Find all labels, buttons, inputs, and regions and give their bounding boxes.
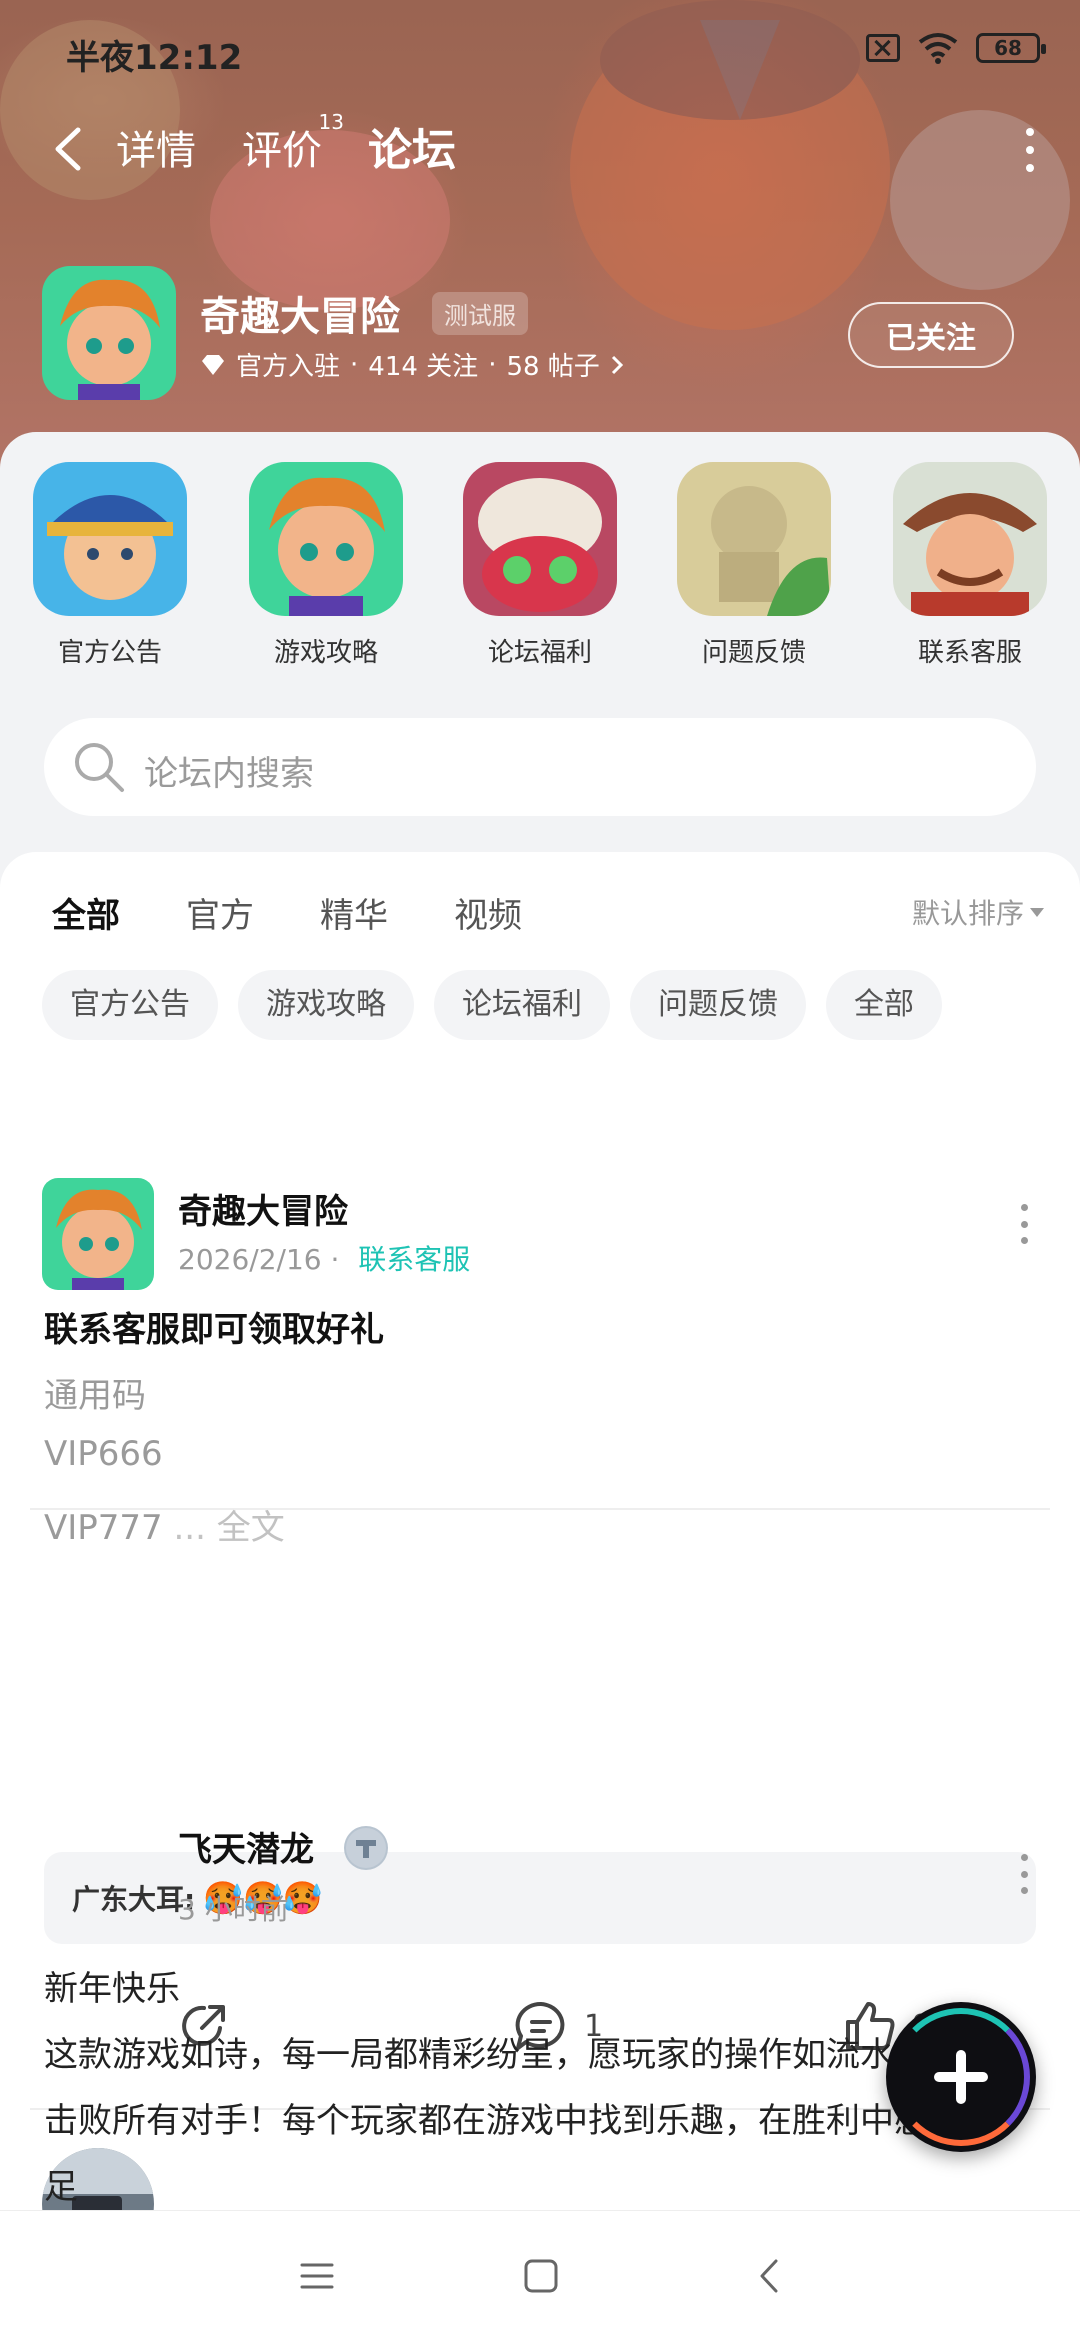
chip-benefits[interactable]: 论坛福利 — [434, 970, 610, 1040]
announcements-icon — [33, 462, 187, 616]
post-card[interactable]: 奇趣大冒险 2026/2/16 · 联系客服 联系客服即可领取好礼 通用码 VI… — [0, 1034, 1080, 1634]
quick-link-benefits[interactable]: 论坛福利 — [460, 462, 620, 669]
tab-forum[interactable]: 论坛 — [368, 114, 456, 184]
tab-details[interactable]: 详情 — [116, 118, 196, 176]
feedback-icon — [677, 462, 831, 616]
system-nav-bar — [0, 2210, 1080, 2340]
tab-reviews[interactable]: 评价 13 — [242, 110, 344, 176]
no-sim-icon — [866, 34, 900, 62]
status-bar: 半夜12:12 68 — [0, 0, 1080, 100]
caret-down-icon — [1030, 907, 1044, 917]
comment-author: 广东大耳: — [72, 1883, 196, 1916]
post-text: 这款游戏如诗，每一局都精彩纷呈，愿玩家的操作如流水，轻松击败所有对手！每个玩家都… — [44, 2035, 996, 2207]
post-more-icon[interactable] — [1018, 1854, 1030, 1894]
status-time: 半夜12:12 — [66, 38, 243, 78]
feed-tab-featured[interactable]: 精华 — [320, 888, 388, 937]
meta-dot: · — [350, 349, 359, 380]
meta-dot: · — [488, 349, 497, 380]
post-author[interactable]: 飞天潜龙 — [178, 1822, 314, 1871]
category-chips: 官方公告 游戏攻略 论坛福利 问题反馈 全部 — [42, 970, 942, 1040]
back-arrow-icon[interactable] — [48, 124, 88, 174]
search-icon — [75, 743, 124, 792]
quick-link-guides[interactable]: 游戏攻略 — [246, 462, 406, 669]
diamond-icon — [202, 354, 224, 375]
quick-link-label: 论坛福利 — [487, 638, 592, 668]
chevron-right-icon — [611, 355, 623, 374]
tab-reviews-label: 评价 — [242, 128, 322, 174]
game-icon[interactable] — [42, 266, 176, 400]
home-icon[interactable] — [516, 2251, 566, 2301]
game-name: 奇趣大冒险 — [200, 294, 400, 340]
game-avatar-art — [42, 266, 176, 400]
post-more-icon[interactable] — [1018, 1204, 1030, 1244]
feed-tab-official[interactable]: 官方 — [186, 888, 254, 937]
benefits-icon — [463, 462, 617, 616]
verified-badge-icon — [344, 1826, 388, 1870]
quick-link-label: 问题反馈 — [701, 638, 806, 668]
quick-link-label: 联系客服 — [917, 638, 1022, 668]
feed-tab-video[interactable]: 视频 — [454, 888, 522, 937]
quick-link-feedback[interactable]: 问题反馈 — [674, 462, 834, 669]
game-meta[interactable]: 官方入驻 · 414 关注 · 58 帖子 — [200, 346, 624, 383]
sort-label: 默认排序 — [911, 897, 1024, 930]
post-greeting: 新年快乐 — [44, 1969, 180, 2009]
quick-links: 官方公告 游戏攻略 论坛福利 问题反馈 联系客服 — [0, 462, 1080, 672]
back-icon[interactable] — [744, 2251, 794, 2301]
post-date: 3 小时前 — [178, 1893, 289, 1926]
post-body[interactable]: 新年快乐 这款游戏如诗，每一局都精彩纷呈，愿玩家的操作如流水，轻松击败所有对手！… — [44, 1956, 1004, 2220]
post-meta: 2026/2/16 · 联系客服 — [178, 1238, 470, 1278]
status-icons: 68 — [866, 32, 1046, 64]
support-icon — [893, 462, 1047, 616]
feed-tab-all[interactable]: 全部 — [52, 888, 120, 939]
top-nav: 详情 评价 13 论坛 — [0, 110, 1080, 190]
quick-link-support[interactable]: 联系客服 — [890, 462, 1050, 669]
tab-details-label: 详情 — [116, 128, 196, 174]
meta-dot: · — [330, 1243, 349, 1276]
feed-tab-label: 全部 — [52, 896, 120, 936]
chip-all[interactable]: 全部 — [826, 970, 942, 1040]
avatar[interactable] — [42, 1178, 154, 1290]
menu-icon[interactable] — [292, 2251, 342, 2301]
post-line: 通用码 — [44, 1376, 146, 1416]
post-line-text: VIP777 — [44, 1508, 163, 1548]
game-header: 奇趣大冒险 测试服 官方入驻 · 414 关注 · 58 帖子 已关注 — [42, 266, 1042, 406]
post-title[interactable]: 联系客服即可领取好礼 — [44, 1302, 384, 1351]
sort-dropdown[interactable]: 默认排序 — [912, 892, 1044, 932]
guides-icon — [249, 462, 403, 616]
more-options-icon[interactable] — [1020, 128, 1040, 172]
quick-link-label: 官方公告 — [57, 638, 162, 668]
plus-icon — [956, 2050, 966, 2104]
search-bar[interactable]: 论坛内搜索 — [44, 718, 1036, 816]
chip-feedback[interactable]: 问题反馈 — [630, 970, 806, 1040]
chip-guides[interactable]: 游戏攻略 — [238, 970, 414, 1040]
follow-button[interactable]: 已关注 — [848, 302, 1014, 368]
forum-content: 官方公告 游戏攻略 论坛福利 问题反馈 联系客服 论坛内搜索 全部 官方 精华 … — [0, 432, 1080, 2260]
tab-forum-label: 论坛 — [368, 125, 456, 176]
read-more-link[interactable]: ... 全文 — [174, 1508, 285, 1548]
review-count-badge: 13 — [318, 110, 344, 134]
wifi-icon — [918, 33, 958, 64]
post-author[interactable]: 奇趣大冒险 — [178, 1184, 348, 1233]
post-line-last: VIP777 ... 全文 — [44, 1500, 285, 1549]
follow-count: 414 关注 — [368, 352, 479, 382]
search-placeholder: 论坛内搜索 — [144, 754, 314, 794]
quick-link-announcements[interactable]: 官方公告 — [30, 462, 190, 669]
post-line: VIP666 — [44, 1434, 163, 1474]
post-tag[interactable]: 联系客服 — [358, 1243, 470, 1276]
chip-announcements[interactable]: 官方公告 — [42, 970, 218, 1040]
official-label: 官方入驻 — [236, 352, 341, 382]
quick-link-label: 游戏攻略 — [273, 638, 378, 668]
battery-icon: 68 — [976, 33, 1046, 63]
create-post-button[interactable] — [886, 2002, 1036, 2152]
feed-tabs: 全部 官方 精华 视频 默认排序 — [0, 852, 1080, 972]
post-date: 2026/2/16 — [178, 1243, 322, 1276]
test-server-badge: 测试服 — [432, 292, 528, 335]
post-count: 58 帖子 — [506, 352, 600, 382]
